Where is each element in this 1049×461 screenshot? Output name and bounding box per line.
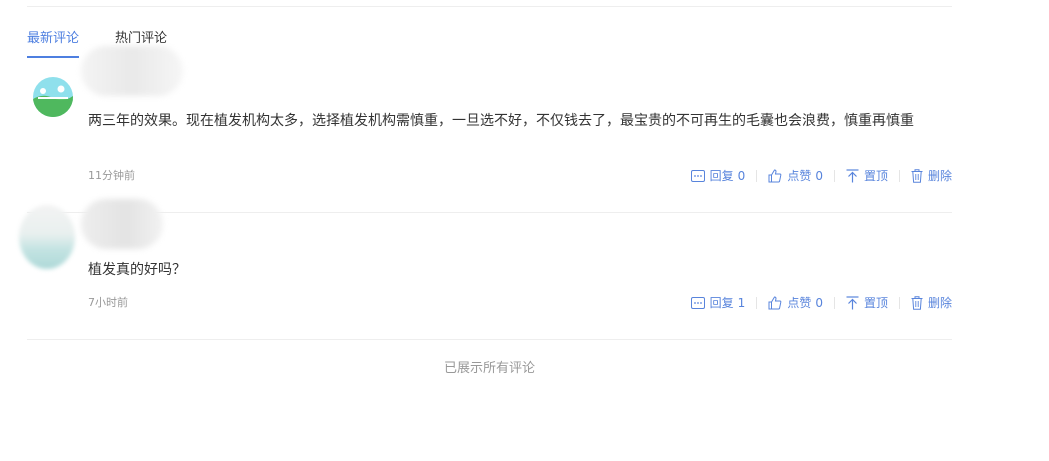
- delete-button[interactable]: 删除: [911, 294, 952, 311]
- thumbs-up-icon: [768, 295, 782, 309]
- pin-top-button[interactable]: 置顶: [846, 167, 888, 184]
- like-button[interactable]: 点赞 0: [768, 167, 823, 184]
- delete-label: 删除: [927, 296, 952, 310]
- delete-label: 删除: [927, 169, 952, 183]
- like-label: 点赞: [787, 296, 812, 310]
- reply-count: 0: [737, 168, 746, 183]
- reply-count: 1: [737, 295, 746, 310]
- comment-time: 11分钟前: [88, 169, 135, 182]
- username[interactable]: [81, 46, 183, 96]
- pin-top-icon: [846, 295, 859, 309]
- action-divider: [756, 169, 758, 182]
- tab-latest-comments[interactable]: 最新评论: [27, 30, 80, 58]
- comment-text: 植发真的好吗？: [88, 262, 186, 278]
- reply-label: 回复: [709, 296, 734, 310]
- like-button[interactable]: 点赞 0: [768, 294, 823, 311]
- action-divider: [833, 296, 835, 309]
- comment-text: 两三年的效果。现在植发机构太多，选择植发机构需慎重，一旦选不好，不仅钱去了，最宝…: [88, 113, 914, 129]
- comment-icon: [690, 169, 705, 182]
- trash-icon: [911, 295, 923, 310]
- like-label: 点赞: [787, 169, 812, 183]
- reply-button[interactable]: 回复 1: [690, 294, 746, 311]
- comment-item: 植发真的好吗？ 7小时前 回复 1 点赞 0 置顶 删除: [19, 199, 952, 335]
- action-divider: [898, 296, 900, 309]
- comment-divider: [27, 212, 952, 213]
- pin-top-icon: [846, 168, 859, 182]
- thumbs-up-icon: [768, 168, 782, 182]
- pin-top-label: 置顶: [863, 296, 888, 310]
- reply-button[interactable]: 回复 0: [690, 167, 746, 184]
- comment-icon: [690, 296, 705, 309]
- username[interactable]: [81, 199, 163, 249]
- action-divider: [898, 169, 900, 182]
- reply-label: 回复: [709, 169, 734, 183]
- top-divider: [27, 6, 952, 7]
- comment-time: 7小时前: [88, 296, 128, 309]
- avatar-image: [33, 77, 73, 117]
- pin-top-label: 置顶: [863, 169, 888, 183]
- action-divider: [833, 169, 835, 182]
- pin-top-button[interactable]: 置顶: [846, 294, 888, 311]
- comment-divider: [27, 339, 952, 340]
- action-divider: [756, 296, 758, 309]
- like-count: 0: [815, 168, 823, 183]
- comments-panel: 最新评论 热门评论 两三年的效果。现在植发机构太多，选择植发机构需慎重，一旦选不…: [0, 0, 1049, 461]
- comment-actions: 回复 0 点赞 0 置顶 删除: [690, 167, 952, 184]
- trash-icon: [911, 168, 923, 183]
- delete-button[interactable]: 删除: [911, 167, 952, 184]
- avatar[interactable]: [19, 205, 75, 269]
- comment-actions: 回复 1 点赞 0 置顶 删除: [690, 294, 952, 311]
- comment-item: 两三年的效果。现在植发机构太多，选择植发机构需慎重，一旦选不好，不仅钱去了，最宝…: [27, 46, 952, 210]
- all-comments-shown-text: 已展示所有评论: [443, 361, 535, 376]
- like-count: 0: [815, 295, 823, 310]
- avatar[interactable]: [33, 77, 73, 117]
